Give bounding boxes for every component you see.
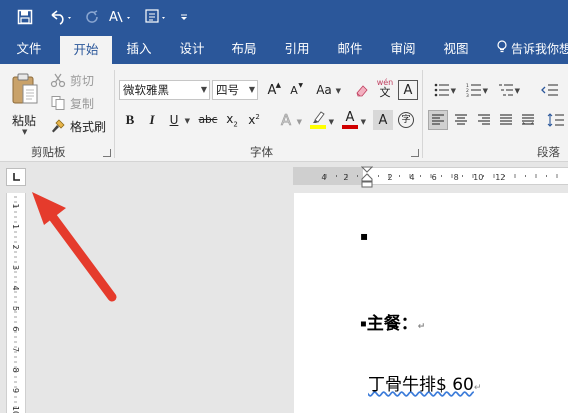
- annotation-arrow-icon: [32, 192, 117, 302]
